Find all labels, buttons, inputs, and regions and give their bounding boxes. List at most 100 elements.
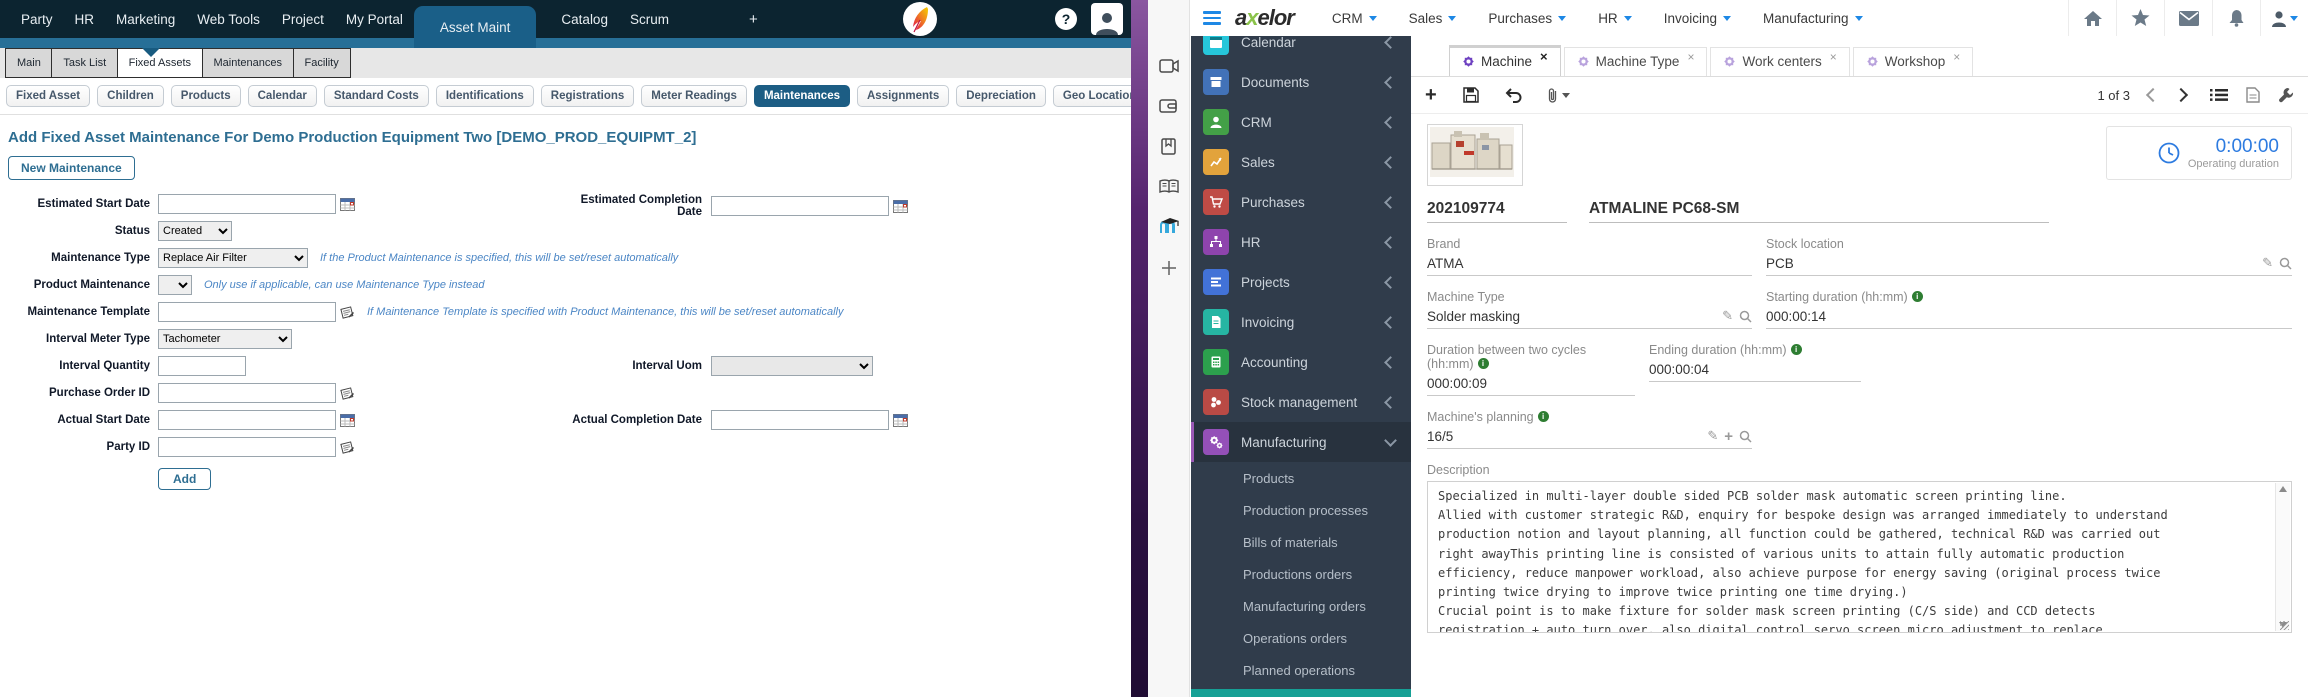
sidebar-item-calendar[interactable]: Calendar [1191, 36, 1411, 62]
stock-location-value[interactable]: PCB [1766, 256, 1794, 271]
appnav-assetmaint-active[interactable]: Asset Maint [413, 6, 537, 48]
appnav-project[interactable]: Project [271, 12, 335, 27]
sidebar-sub-planned-operations[interactable]: Planned operations [1191, 654, 1411, 686]
add-panel-icon[interactable] [1160, 259, 1178, 277]
appnav-marketing[interactable]: Marketing [105, 12, 186, 27]
machine-photo[interactable] [1427, 124, 1523, 186]
appnav-myportal[interactable]: My Portal [335, 12, 414, 27]
home-icon[interactable] [2068, 0, 2116, 36]
purchase-order-id-input[interactable] [158, 383, 336, 403]
lookup-icon[interactable] [340, 305, 355, 320]
menu-sales[interactable]: Sales [1409, 11, 1457, 26]
sidebar-item-crm[interactable]: CRM [1191, 102, 1411, 142]
calendar-icon[interactable] [893, 199, 908, 213]
sidebar-sub-bills-of-materials[interactable]: Bills of materials [1191, 526, 1411, 558]
bookmark-book-icon[interactable] [1160, 138, 1177, 155]
appnav-party[interactable]: Party [10, 12, 64, 27]
close-icon[interactable]: × [1540, 49, 1548, 64]
sidebar-sub-manufacturing-orders[interactable]: Manufacturing orders [1191, 590, 1411, 622]
calendar-icon[interactable] [340, 197, 355, 211]
favorites-star-icon[interactable] [2116, 0, 2164, 36]
ending-duration-value[interactable]: 000:00:04 [1649, 362, 1709, 377]
sidebar-sub-production-processes[interactable]: Production processes [1191, 494, 1411, 526]
edit-pencil-icon[interactable]: ✎ [1707, 428, 1718, 444]
back-icon[interactable] [1505, 87, 1522, 103]
next-record-icon[interactable] [2173, 87, 2189, 103]
estimated-completion-date-input[interactable] [711, 196, 889, 216]
user-avatar[interactable] [1091, 3, 1123, 35]
menu-hr[interactable]: HR [1598, 11, 1632, 26]
appnav-catalog[interactable]: Catalog [550, 12, 619, 27]
add-app-icon[interactable]: + [738, 11, 769, 28]
new-maintenance-button[interactable]: New Maintenance [8, 156, 135, 180]
notifications-bell-icon[interactable] [2212, 0, 2260, 36]
wallet-icon[interactable] [1159, 98, 1178, 114]
edit-pencil-icon[interactable]: ✎ [1722, 308, 1733, 324]
tools-wrench-icon[interactable] [2278, 87, 2294, 103]
menu-invoicing[interactable]: Invoicing [1664, 11, 1731, 26]
product-maintenance-select[interactable] [158, 275, 192, 295]
actual-completion-date-input[interactable] [711, 410, 889, 430]
interval-meter-type-select[interactable]: Tachometer [158, 329, 292, 349]
interval-quantity-input[interactable] [158, 356, 246, 376]
close-icon[interactable]: × [1953, 50, 1960, 64]
resize-grip[interactable] [2280, 621, 2289, 630]
moodle-icon[interactable] [1158, 218, 1180, 235]
help-icon[interactable]: ? [1055, 8, 1077, 30]
subnav-standard-costs[interactable]: Standard Costs [323, 85, 429, 107]
tab-task-list[interactable]: Task List [51, 48, 119, 78]
subnav-assignments[interactable]: Assignments [857, 85, 950, 107]
status-select[interactable]: Created [158, 221, 232, 241]
subnav-fixed-asset[interactable]: Fixed Asset [6, 85, 91, 107]
description-textarea[interactable]: Specialized in multi-layer double sided … [1427, 481, 2292, 633]
lookup-icon[interactable] [340, 386, 355, 401]
party-id-input[interactable] [158, 437, 336, 457]
actual-start-date-input[interactable] [158, 410, 336, 430]
sidebar-item-stock-management[interactable]: Stock management [1191, 382, 1411, 422]
calendar-icon[interactable] [893, 413, 908, 427]
add-icon[interactable]: + [1724, 429, 1733, 444]
mail-icon[interactable] [2164, 0, 2212, 36]
subnav-calendar[interactable]: Calendar [247, 85, 317, 107]
sidebar-sub-operations-orders[interactable]: Operations orders [1191, 622, 1411, 654]
menu-hamburger-icon[interactable] [1203, 8, 1221, 28]
maintenance-type-select[interactable]: Replace Air Filter [158, 248, 308, 268]
list-view-icon[interactable] [2210, 88, 2228, 102]
subnav-maintenances[interactable]: Maintenances [753, 85, 850, 107]
edit-pencil-icon[interactable]: ✎ [2262, 255, 2273, 271]
menu-manufacturing[interactable]: Manufacturing [1763, 11, 1863, 26]
video-camera-icon[interactable] [1158, 58, 1179, 74]
open-book-icon[interactable] [1158, 179, 1179, 194]
lookup-icon[interactable] [340, 440, 355, 455]
close-icon[interactable]: × [1687, 50, 1694, 64]
appnav-scrum[interactable]: Scrum [619, 12, 680, 27]
attachment-icon[interactable] [1548, 87, 1570, 104]
new-record-icon[interactable]: + [1425, 84, 1437, 107]
subnav-geo-location[interactable]: Geo Location [1052, 85, 1131, 107]
sidebar-sub-products[interactable]: Products [1191, 462, 1411, 494]
sidebar-item-accounting[interactable]: Accounting [1191, 342, 1411, 382]
sidebar-item-documents[interactable]: Documents [1191, 62, 1411, 102]
machines-planning-value[interactable]: 16/5 [1427, 429, 1453, 444]
cycle-duration-value[interactable]: 000:00:09 [1427, 376, 1487, 391]
calendar-icon[interactable] [340, 413, 355, 427]
form-view-icon[interactable] [2246, 87, 2260, 103]
scroll-up-icon[interactable] [2279, 486, 2287, 492]
sidebar-sub-productions-orders[interactable]: Productions orders [1191, 558, 1411, 590]
previous-record-icon[interactable] [2145, 87, 2161, 103]
appnav-webtools[interactable]: Web Tools [186, 12, 271, 27]
brand-value[interactable]: ATMA [1427, 256, 1464, 271]
tab-workshop[interactable]: Workshop × [1852, 47, 1974, 76]
add-button[interactable]: Add [158, 468, 212, 490]
close-icon[interactable]: × [1830, 50, 1837, 64]
sidebar-item-manufacturing[interactable]: Manufacturing [1191, 422, 1411, 462]
search-icon[interactable] [2279, 257, 2292, 270]
tab-machine[interactable]: Machine × [1449, 45, 1561, 76]
tab-main[interactable]: Main [5, 48, 53, 78]
tab-maintenances[interactable]: Maintenances [201, 48, 294, 78]
sidebar-item-invoicing[interactable]: Invoicing [1191, 302, 1411, 342]
machine-type-value[interactable]: Solder masking [1427, 309, 1520, 324]
menu-purchases[interactable]: Purchases [1488, 11, 1567, 26]
save-icon[interactable] [1462, 87, 1479, 103]
maintenance-template-input[interactable] [158, 302, 336, 322]
